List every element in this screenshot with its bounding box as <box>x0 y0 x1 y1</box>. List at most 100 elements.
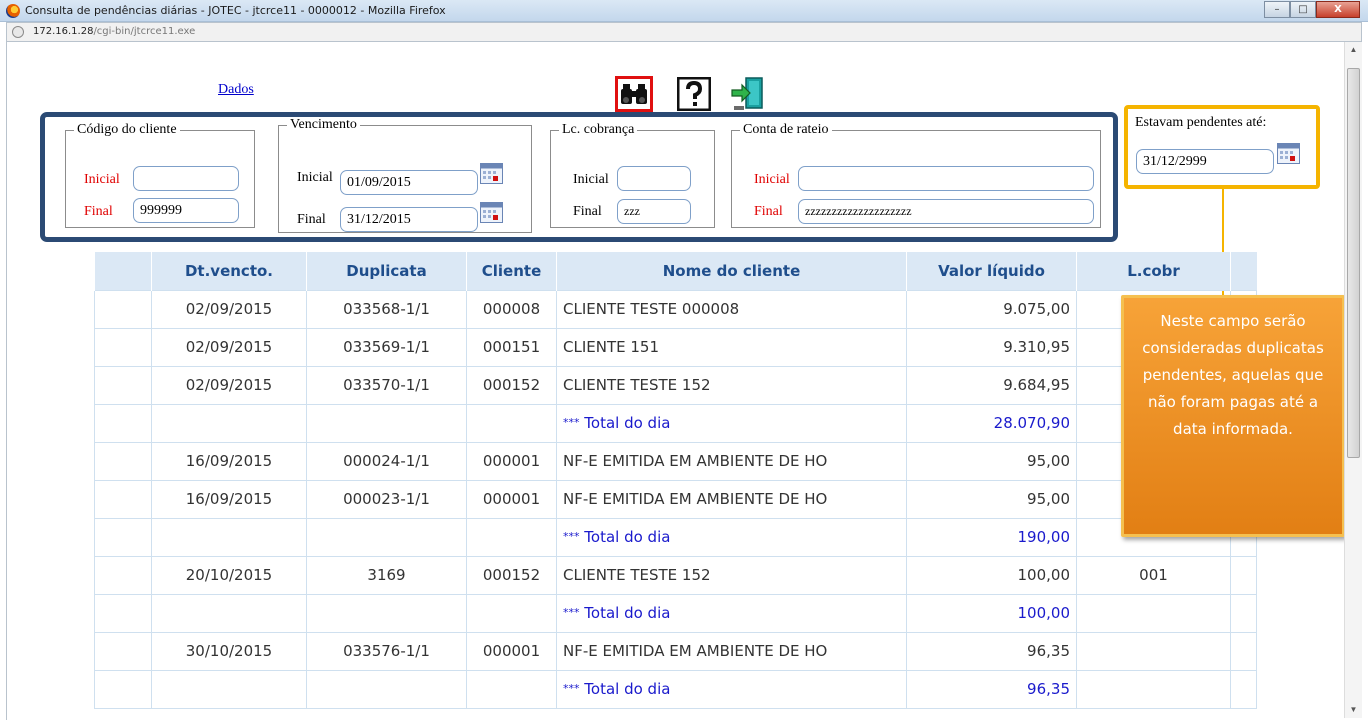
cell-valor-liquido: 100,00 <box>906 555 1077 595</box>
total-label: Total do dia <box>584 604 671 622</box>
conta-final-input[interactable] <box>798 199 1094 224</box>
cell-dt-vencto: 20/10/2015 <box>151 555 307 595</box>
lc-final-label: Final <box>573 204 602 219</box>
table-row[interactable]: 02/09/2015 033570-1/1 000152 CLIENTE TESTE … <box>94 365 1257 405</box>
window-title: Consulta de pendências diárias - JOTEC -… <box>25 4 446 17</box>
table-header-row: Dt.vencto. Duplicata Cliente Nome do cli… <box>94 252 1257 290</box>
maximize-button[interactable]: □ <box>1290 1 1316 18</box>
table-row[interactable]: 20/10/2015 3169 000152 CLIENTE TESTE 152 100… <box>94 555 1257 595</box>
total-label: Total do dia <box>584 528 671 546</box>
cell-duplicata: 033569-1/1 <box>306 327 467 367</box>
cell-total-value: 96,35 <box>906 669 1077 709</box>
address-bar[interactable]: 172.16.1.28/cgi-bin/jtcrce11.exe <box>6 22 1362 42</box>
minimize-button[interactable]: – <box>1264 1 1290 18</box>
cell-cliente: 000008 <box>466 289 557 329</box>
col-header-duplicata[interactable]: Duplicata <box>306 252 467 290</box>
scroll-up-arrow-icon[interactable]: ▲ <box>1345 42 1362 58</box>
search-button[interactable] <box>615 76 653 112</box>
cell-lcobr <box>1076 631 1231 671</box>
cell-valor-liquido: 9.310,95 <box>906 327 1077 367</box>
help-button[interactable] <box>675 76 713 112</box>
col-header-dt-vencto[interactable]: Dt.vencto. <box>151 252 307 290</box>
url-path: /cgi-bin/jtcrce11.exe <box>93 26 196 37</box>
cell-blank <box>306 593 467 633</box>
scroll-thumb[interactable] <box>1347 68 1360 458</box>
cell-valor-liquido: 95,00 <box>906 441 1077 481</box>
cell-blank <box>466 403 557 443</box>
col-header-cliente[interactable]: Cliente <box>466 252 557 290</box>
cell-blank <box>94 479 152 519</box>
cell-duplicata: 000023-1/1 <box>306 479 467 519</box>
vencimento-final-input[interactable] <box>340 207 478 232</box>
codigo-cliente-legend: Código do cliente <box>77 122 177 137</box>
cell-nome-cliente: CLIENTE TESTE 152 <box>556 365 907 405</box>
total-row: *** Total do dia 96,35 <box>94 669 1257 709</box>
cell-cliente: 000001 <box>466 441 557 481</box>
scroll-down-arrow-icon[interactable]: ▼ <box>1345 702 1362 718</box>
dados-link[interactable]: Dados <box>218 82 254 98</box>
vertical-scrollbar[interactable]: ▲ ▼ <box>1344 42 1362 718</box>
cell-blank <box>94 441 152 481</box>
conta-rateio-legend: Conta de rateio <box>743 122 829 137</box>
cell-nome-cliente: NF-E EMITIDA EM AMBIENTE DE HO <box>556 441 907 481</box>
cell-blank <box>1230 631 1257 671</box>
codigo-final-input[interactable] <box>133 198 239 223</box>
cell-blank <box>466 593 557 633</box>
cell-blank <box>94 403 152 443</box>
calendar-icon[interactable] <box>1277 143 1300 164</box>
cell-duplicata: 033570-1/1 <box>306 365 467 405</box>
cell-dt-vencto: 02/09/2015 <box>151 327 307 367</box>
cell-nome-cliente: CLIENTE TESTE 152 <box>556 555 907 595</box>
url-text[interactable]: 172.16.1.28/cgi-bin/jtcrce11.exe <box>33 26 195 37</box>
cell-total-value: 28.070,90 <box>906 403 1077 443</box>
help-icon <box>677 77 711 111</box>
exit-button[interactable] <box>729 76 767 112</box>
calendar-icon[interactable] <box>480 202 503 223</box>
lc-inicial-input[interactable] <box>617 166 691 191</box>
cell-duplicata: 000024-1/1 <box>306 441 467 481</box>
table-row[interactable]: 30/10/2015 033576-1/1 000001 NF-E EMITIDA E… <box>94 631 1257 671</box>
firefox-icon <box>6 4 20 18</box>
cell-dt-vencto: 16/09/2015 <box>151 479 307 519</box>
cell-nome-cliente: CLIENTE 151 <box>556 327 907 367</box>
cell-blank <box>94 365 152 405</box>
cell-blank <box>94 289 152 329</box>
window-controls: – □ X <box>1264 1 1360 18</box>
col-header-valor-liquido[interactable]: Valor líquido <box>906 252 1077 290</box>
cell-valor-liquido: 9.684,95 <box>906 365 1077 405</box>
col-header-nome-cliente[interactable]: Nome do cliente <box>556 252 907 290</box>
cell-cliente: 000151 <box>466 327 557 367</box>
cell-blank <box>151 593 307 633</box>
cell-blank <box>1076 593 1231 633</box>
total-label: Total do dia <box>584 680 671 698</box>
vencimento-inicial-input[interactable] <box>340 170 478 195</box>
col-header-end <box>1230 252 1257 290</box>
table-row[interactable]: 02/09/2015 033569-1/1 000151 CLIENTE 151 9.3… <box>94 327 1257 367</box>
table-row[interactable]: 16/09/2015 000024-1/1 000001 NF-E EMITIDA E… <box>94 441 1257 481</box>
cell-blank <box>151 517 307 557</box>
cell-blank <box>306 517 467 557</box>
cell-total-label: *** Total do dia <box>556 403 907 443</box>
cell-lcobr: 001 <box>1076 555 1231 595</box>
codigo-inicial-input[interactable] <box>133 166 239 191</box>
vencimento-inicial-label: Inicial <box>297 170 333 185</box>
col-header-lcobr[interactable]: L.cobr <box>1076 252 1231 290</box>
cell-blank <box>1230 593 1257 633</box>
cell-blank <box>94 593 152 633</box>
estavam-pendentes-label: Estavam pendentes até: <box>1135 115 1267 130</box>
calendar-icon[interactable] <box>480 163 503 184</box>
cell-total-value: 190,00 <box>906 517 1077 557</box>
total-row: *** Total do dia 28.070,90 <box>94 403 1257 443</box>
lc-final-input[interactable] <box>617 199 691 224</box>
close-button[interactable]: X <box>1316 1 1360 18</box>
estavam-pendentes-input[interactable] <box>1136 149 1274 174</box>
table-row[interactable]: 16/09/2015 000023-1/1 000001 NF-E EMITIDA E… <box>94 479 1257 519</box>
cell-valor-liquido: 95,00 <box>906 479 1077 519</box>
url-host: 172.16.1.28 <box>33 26 94 37</box>
conta-inicial-input[interactable] <box>798 166 1094 191</box>
vencimento-group: Vencimento Inicial Final <box>278 117 532 233</box>
cell-blank <box>466 669 557 709</box>
table-row[interactable]: 02/09/2015 033568-1/1 000008 CLIENTE TESTE … <box>94 289 1257 329</box>
cell-blank <box>466 517 557 557</box>
cell-total-label: *** Total do dia <box>556 517 907 557</box>
